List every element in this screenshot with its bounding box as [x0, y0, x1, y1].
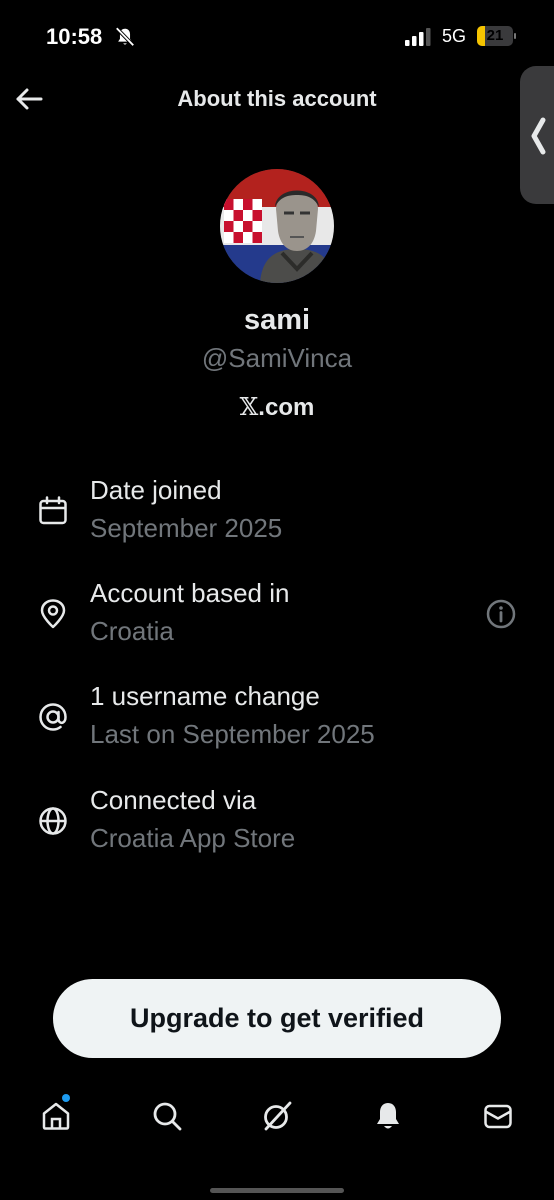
platform-domain: .com: [258, 394, 315, 421]
tab-home[interactable]: [34, 1094, 78, 1138]
info-icon[interactable]: [485, 598, 517, 630]
avatar[interactable]: [220, 169, 334, 283]
date-joined-row: Date joined September 2025: [0, 475, 554, 555]
network-label: 5G: [442, 26, 467, 46]
search-icon: [153, 1102, 182, 1131]
username-handle: @SamiVinca: [201, 343, 353, 373]
platform-label: 𝕏.com: [0, 393, 554, 422]
battery-percent: 21: [486, 27, 504, 44]
info-label: Account based in: [90, 578, 290, 608]
tab-messages[interactable]: [476, 1094, 520, 1138]
tab-search[interactable]: [145, 1094, 189, 1138]
home-icon: [42, 1102, 70, 1130]
signal-icon: [405, 28, 435, 51]
bell-icon: [377, 1103, 399, 1129]
bell-muted-icon: [114, 26, 136, 53]
home-indicator[interactable]: [210, 1188, 344, 1193]
grok-icon: [264, 1101, 292, 1131]
bottom-tab-bar: [0, 1080, 554, 1160]
globe-icon: [37, 805, 69, 837]
tab-grok[interactable]: [255, 1094, 299, 1138]
upgrade-button-label: Upgrade to get verified: [129, 1003, 425, 1033]
x-logo: 𝕏: [239, 393, 259, 421]
page-title: About this account: [177, 86, 377, 111]
battery-indicator: 21: [477, 26, 513, 46]
side-panel-handle[interactable]: [520, 66, 554, 204]
chevron-left-icon: [531, 117, 546, 155]
info-value: Croatia App Store: [90, 823, 296, 853]
mail-icon: [484, 1104, 512, 1129]
account-location-row: Account based in Croatia: [0, 578, 554, 658]
info-label: Date joined: [90, 475, 222, 505]
info-value: Last on September 2025: [90, 719, 375, 749]
tab-notifications[interactable]: [366, 1094, 410, 1138]
battery-tip: [514, 33, 516, 39]
connected-via-row: Connected via Croatia App Store: [0, 785, 554, 865]
location-pin-icon: [37, 598, 69, 630]
info-label: Connected via: [90, 785, 257, 815]
notification-dot: [62, 1094, 70, 1102]
status-bar: 10:58 5G 21: [0, 0, 554, 72]
status-time: 10:58: [46, 24, 103, 49]
username-change-row: 1 username change Last on September 2025: [0, 681, 554, 761]
upgrade-button[interactable]: Upgrade to get verified: [53, 979, 501, 1058]
info-label: 1 username change: [90, 681, 320, 711]
calendar-icon: [37, 495, 69, 527]
info-value: Croatia: [90, 616, 174, 646]
display-name: sami: [243, 304, 311, 336]
info-value: September 2025: [90, 513, 283, 543]
header: About this account: [0, 72, 554, 126]
at-sign-icon: [37, 701, 69, 733]
